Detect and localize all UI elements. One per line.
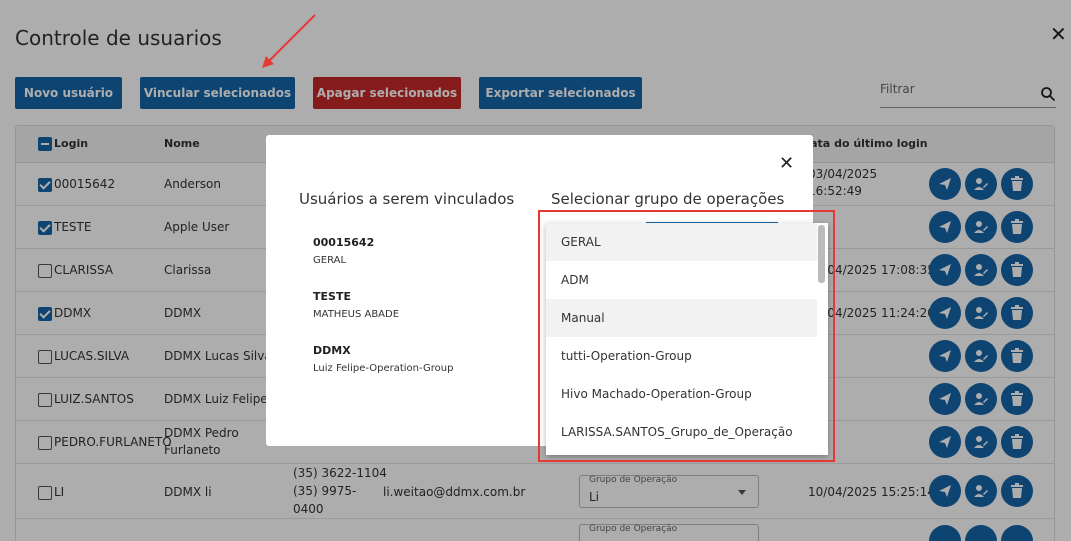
linked-user-group: MATHEUS ABADE [313, 309, 400, 320]
linked-user-login: TESTE [313, 290, 351, 303]
linked-user-group: GERAL [313, 255, 347, 266]
linked-user-group: Luiz Felipe-Operation-Group [313, 363, 454, 374]
user-control-page: Controle de usuarios ✕ Novo usuário Vinc… [0, 0, 1071, 541]
annotation-highlight-box [538, 210, 835, 462]
linked-user-login: 00015642 [313, 236, 375, 249]
select-group-title: Selecionar grupo de operações [551, 190, 785, 208]
linked-user-login: DDMX [313, 344, 351, 357]
users-to-link-title: Usuários a serem vinculados [299, 190, 515, 208]
close-icon[interactable]: ✕ [779, 155, 794, 173]
